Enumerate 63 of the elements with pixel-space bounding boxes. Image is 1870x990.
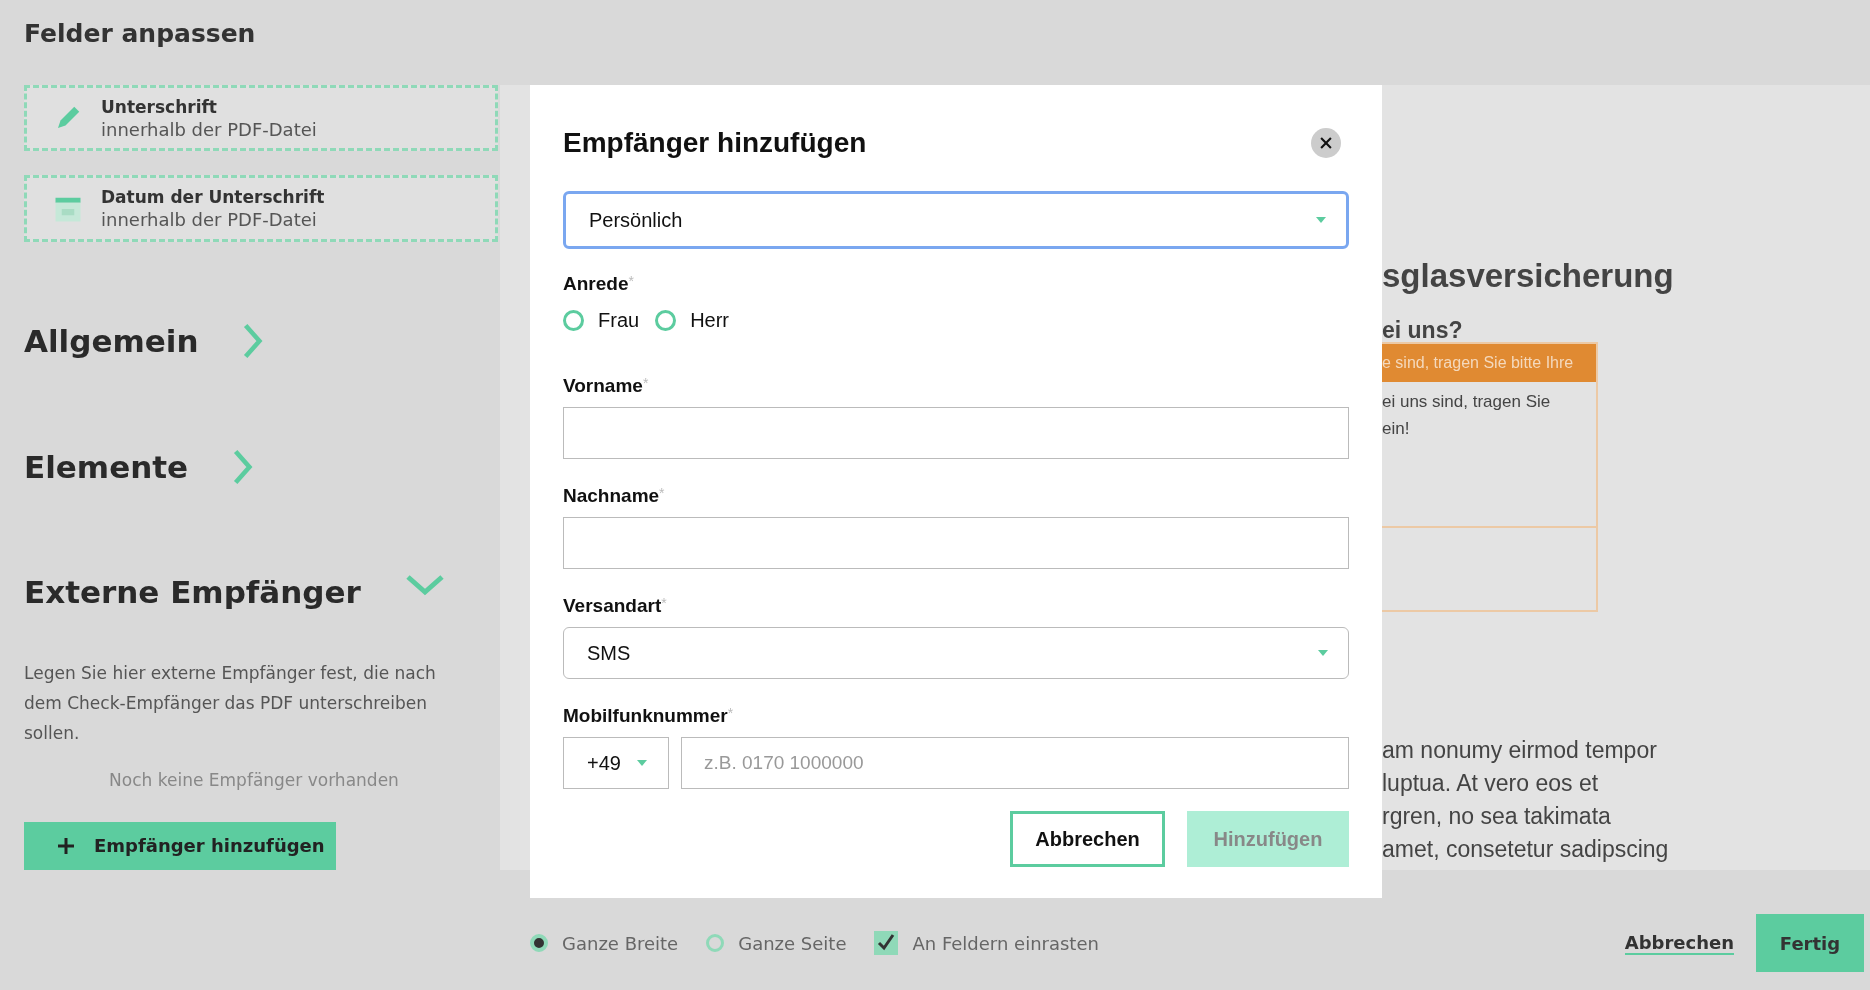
radio-button[interactable] (563, 310, 584, 331)
field-label: Versandart (563, 595, 662, 617)
radio-option[interactable]: Herr (655, 309, 729, 332)
field-card-title: Unterschrift (101, 96, 218, 117)
view-option[interactable]: Ganze Breite (530, 932, 679, 954)
section-header[interactable]: Allgemein (24, 320, 500, 361)
done-button[interactable]: Fertig (1756, 914, 1864, 972)
section-header[interactable]: Elemente (24, 446, 500, 487)
caret-icon (636, 760, 647, 766)
radio-option[interactable]: Frau (563, 309, 640, 332)
required-mark: * (661, 595, 667, 611)
add-recipient-button[interactable]: Empfänger hinzufügen (24, 821, 336, 870)
field-label: Mobilfunknummer (563, 705, 728, 727)
field-card[interactable]: Datum der Unterschrift innerhalb der PDF-Datei (24, 175, 498, 242)
table-cell-text: ein! (1382, 418, 1411, 440)
body-text: rgren, no sea takimata (1382, 802, 1612, 831)
dialog-title: Empfänger hinzufügen (563, 127, 867, 159)
view-option[interactable]: Ganze Seite (706, 932, 847, 954)
field-label: Vorname (563, 375, 643, 397)
checkbox-label: An Feldern einrasten (912, 932, 1099, 954)
body-text: amet, consetetur sadipscing (1382, 835, 1670, 864)
required-mark: * (727, 705, 734, 721)
table-header: e sind, tragen Sie bitte Ihre (1382, 344, 1596, 382)
page-title: Felder anpassen (24, 19, 256, 48)
field-card[interactable]: Unterschrift innerhalb der PDF-Datei (24, 85, 498, 152)
radio-button[interactable] (655, 310, 677, 331)
cancel-link[interactable]: Abbrechen (1624, 931, 1734, 955)
close-icon (1319, 136, 1333, 150)
field-card-subtitle: innerhalb der PDF-Datei (101, 209, 318, 231)
required-mark: * (659, 485, 665, 501)
caret-icon (1316, 217, 1326, 223)
field-card-title: Datum der Unterschrift (101, 187, 325, 208)
field-label: Anrede (563, 273, 629, 295)
table-cell-text: ei uns sind, tragen Sie (1382, 391, 1552, 413)
view-option-label: Ganze Breite (562, 932, 679, 954)
phone-input[interactable]: z.B. 0170 1000000 (681, 737, 1349, 789)
plus-icon (56, 835, 76, 856)
delivery-select[interactable]: SMS (563, 627, 1349, 679)
chevron-down-icon (404, 573, 445, 598)
view-option-label: Ganze Seite (738, 932, 847, 954)
radio-button[interactable] (530, 934, 548, 952)
radio-label: Herr (690, 309, 729, 332)
cancel-button[interactable]: Abbrechen (1010, 811, 1165, 867)
document-question: ei uns? (1382, 317, 1464, 344)
document-heading: sglasversicherung (1382, 257, 1675, 295)
empty-text: Noch keine Empfänger vorhanden (108, 769, 400, 790)
section-header[interactable]: Externe Empfänger (24, 572, 500, 612)
radio-button[interactable] (706, 934, 725, 952)
first-name-input[interactable] (563, 407, 1349, 459)
required-mark: * (628, 273, 634, 289)
field-label: Nachname (563, 485, 660, 507)
radio-label: Frau (598, 309, 640, 332)
caret-icon (1318, 650, 1328, 656)
field-card-subtitle: innerhalb der PDF-Datei (101, 118, 317, 140)
description-text: Legen Sie hier externe Empfänger fest, die nach dem Check-Empfänger das PDF unterschreiben sollen. (24, 661, 437, 745)
required-mark: * (642, 375, 649, 391)
country-code-select[interactable]: +49 (563, 737, 669, 789)
type-select[interactable]: Persönlich (563, 191, 1349, 249)
close-button[interactable] (1311, 128, 1341, 158)
body-text: luptua. At vero eos et (1382, 769, 1600, 798)
last-name-input[interactable] (563, 517, 1349, 569)
body-text: am nonumy eirmod tempor (1382, 736, 1658, 765)
checkbox[interactable] (874, 931, 899, 955)
